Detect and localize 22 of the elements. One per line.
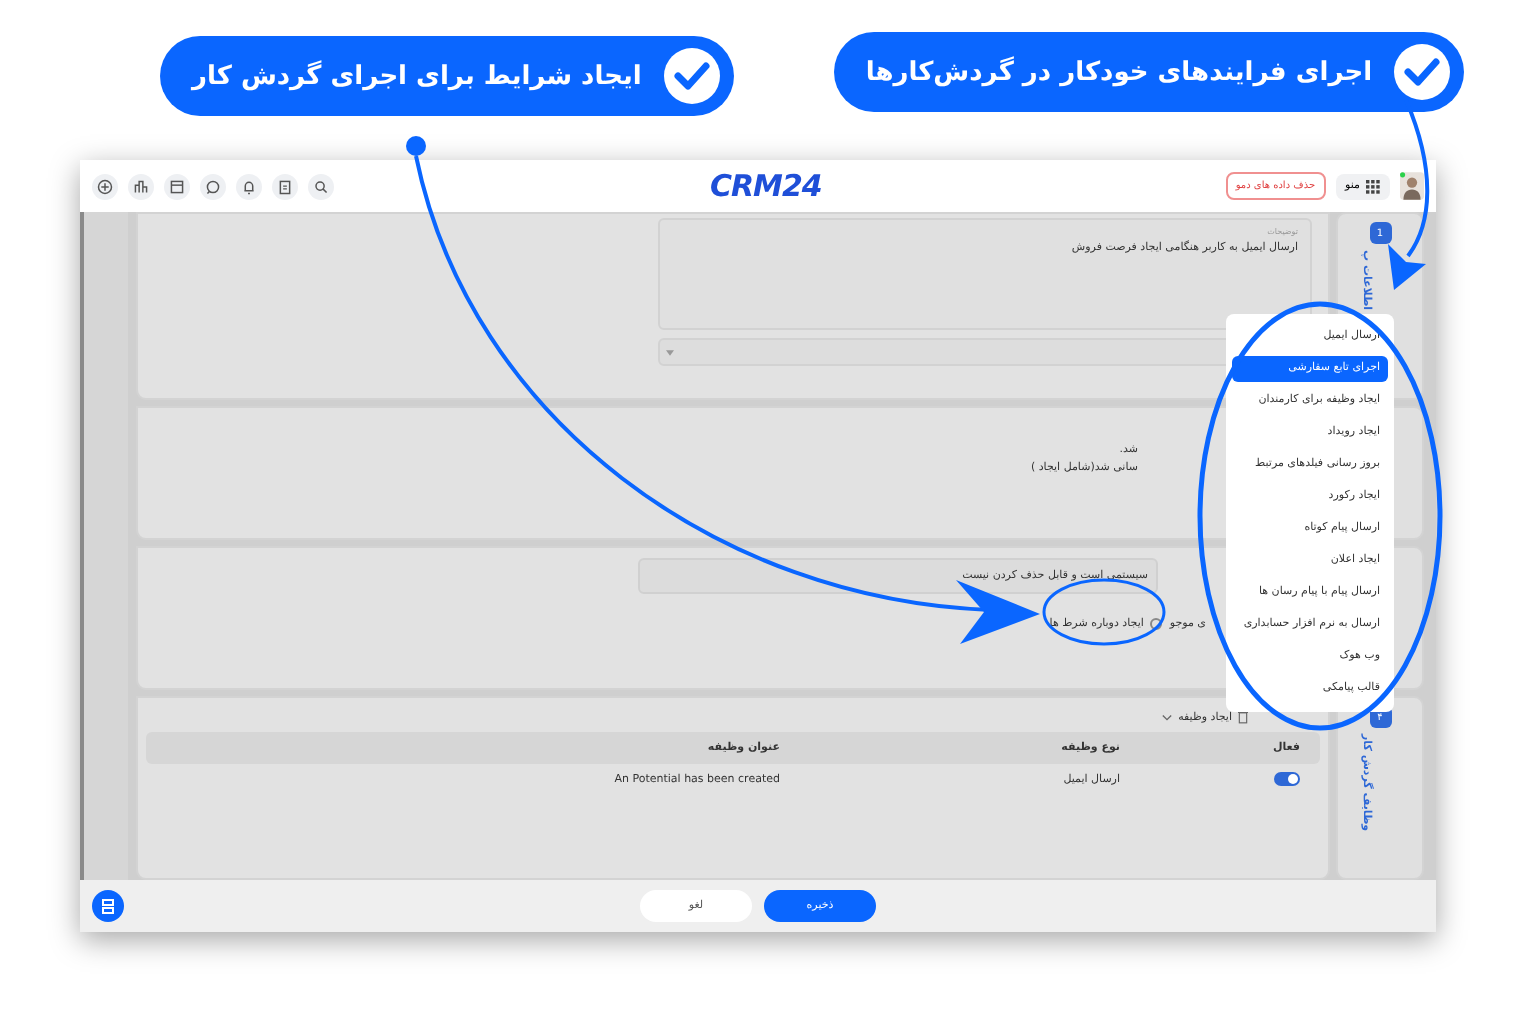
chart-icon[interactable] xyxy=(128,173,154,199)
plus-icon[interactable] xyxy=(92,173,118,199)
chat-icon[interactable] xyxy=(200,173,226,199)
bell-icon[interactable] xyxy=(236,173,262,199)
radio-button[interactable] xyxy=(1149,618,1162,630)
connector-dot xyxy=(406,136,426,156)
callout-text: اجرای فرایندهای خودکار در گردش‌کارها xyxy=(865,57,1373,87)
avatar-icon[interactable] xyxy=(1400,172,1424,200)
checkmark-icon xyxy=(1392,42,1453,102)
clipboard-icon[interactable] xyxy=(272,173,298,199)
caret-icon xyxy=(666,349,674,355)
app-logo: CRM24 xyxy=(710,168,822,204)
trash-icon[interactable] xyxy=(1238,710,1248,724)
grid-icon xyxy=(1366,179,1380,193)
toggle-switch[interactable] xyxy=(1274,772,1300,786)
highlight-ellipse xyxy=(1042,578,1166,646)
checkmark-icon xyxy=(661,46,722,106)
chevron-icon[interactable] xyxy=(1162,713,1173,721)
search-icon[interactable] xyxy=(308,173,334,199)
calendar-icon[interactable] xyxy=(164,173,190,199)
callout-text: ایجاد شرایط برای اجرای گردش کار xyxy=(192,61,642,91)
chat-bot-icon[interactable] xyxy=(92,890,124,922)
